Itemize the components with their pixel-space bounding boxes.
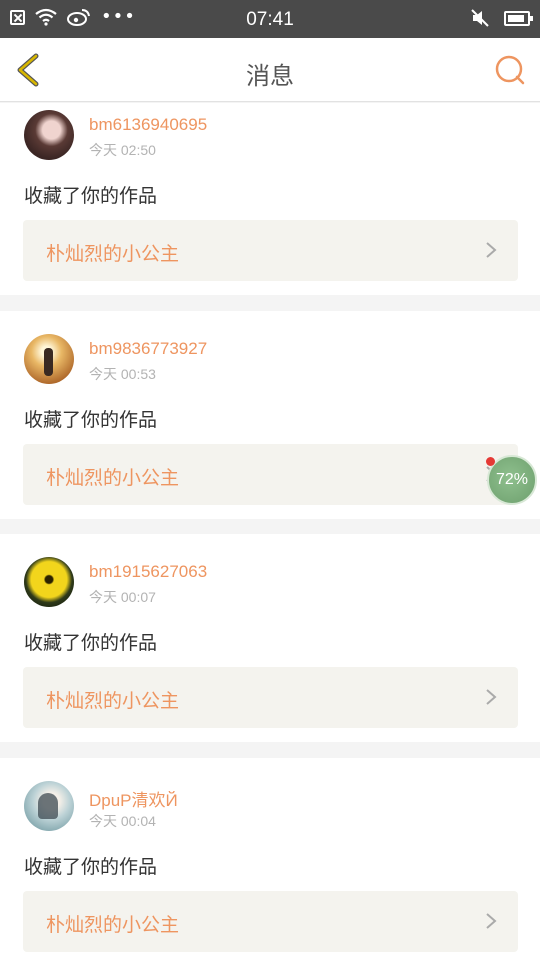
page-title: 消息 <box>246 62 294 90</box>
avatar-silhouette <box>44 348 53 376</box>
action-text: 收藏了你的作品 <box>24 856 158 878</box>
status-bar: ••• 07:41 <box>0 0 540 38</box>
timestamp: 今天 00:07 <box>89 589 156 605</box>
chevron-right-icon <box>486 913 497 929</box>
notification-dot <box>486 457 495 466</box>
work-title: 朴灿烈的小公主 <box>46 243 180 265</box>
message-card[interactable]: DpuP清欢Й 今天 00:04 收藏了你的作品 朴灿烈的小公主 <box>0 758 540 960</box>
timestamp: 今天 02:50 <box>89 142 156 158</box>
status-time: 07:41 <box>246 9 294 30</box>
username[interactable]: bm9836773927 <box>89 339 207 359</box>
chevron-right-icon <box>486 689 497 705</box>
action-text: 收藏了你的作品 <box>24 409 158 431</box>
action-text: 收藏了你的作品 <box>24 632 158 654</box>
work-title: 朴灿烈的小公主 <box>46 467 180 489</box>
message-card[interactable]: bm9836773927 今天 00:53 收藏了你的作品 朴灿烈的小公主 <box>0 311 540 519</box>
username[interactable]: DpuP清欢Й <box>89 786 178 811</box>
username[interactable]: bm6136940695 <box>89 115 207 135</box>
avatar[interactable] <box>24 781 74 831</box>
action-text: 收藏了你的作品 <box>24 185 158 207</box>
work-link[interactable]: 朴灿烈的小公主 <box>23 667 518 728</box>
work-title: 朴灿烈的小公主 <box>46 690 180 712</box>
mute-icon <box>471 9 489 27</box>
avatar[interactable] <box>24 557 74 607</box>
message-card[interactable]: bm6136940695 今天 02:50 收藏了你的作品 朴灿烈的小公主 <box>0 103 540 295</box>
avatar-figure <box>38 793 58 819</box>
username[interactable]: bm1915627063 <box>89 562 207 582</box>
battery-icon <box>504 10 533 26</box>
work-link[interactable]: 朴灿烈的小公主 <box>23 220 518 281</box>
avatar[interactable] <box>24 110 74 160</box>
work-title: 朴灿烈的小公主 <box>46 914 180 936</box>
timestamp: 今天 00:53 <box>89 366 156 382</box>
nav-bar: 消息 <box>0 38 540 102</box>
message-card[interactable]: bm1915627063 今天 00:07 收藏了你的作品 朴灿烈的小公主 <box>0 534 540 742</box>
search-icon <box>495 55 525 85</box>
work-link[interactable]: 朴灿烈的小公主 <box>23 444 518 505</box>
work-link[interactable]: 朴灿烈的小公主 <box>23 891 518 952</box>
search-button[interactable] <box>494 54 526 86</box>
timestamp: 今天 00:04 <box>89 813 156 829</box>
avatar[interactable] <box>24 334 74 384</box>
chevron-right-icon <box>486 242 497 258</box>
